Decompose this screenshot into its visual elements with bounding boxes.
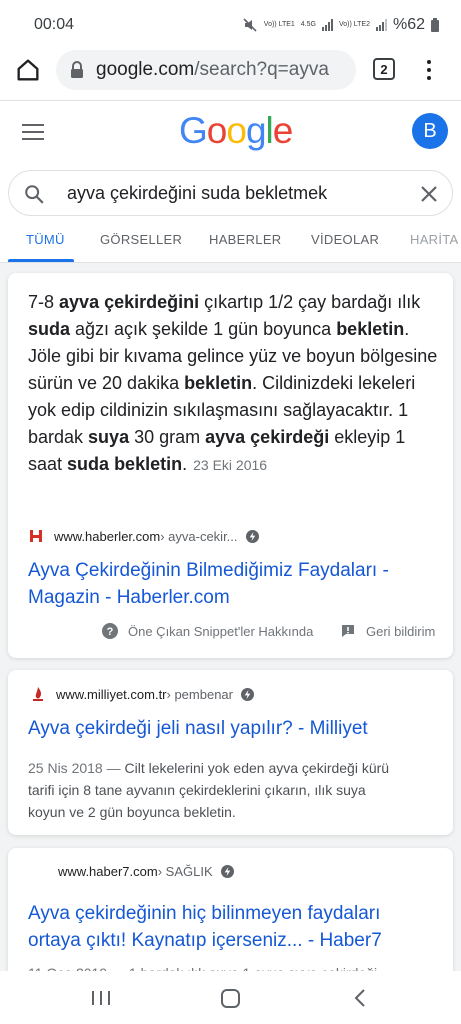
- clear-icon[interactable]: [419, 184, 439, 204]
- snippet-bold-part: suda: [28, 319, 71, 339]
- amp-bolt-icon: [220, 865, 234, 878]
- snippet-text-part: 30 gram: [129, 427, 206, 447]
- back-icon[interactable]: [352, 989, 368, 1007]
- tab-videos[interactable]: VİDEOLAR: [311, 232, 379, 247]
- result-date: 25 Nis 2018 —: [28, 760, 121, 776]
- tab-switcher-button[interactable]: 2: [373, 58, 395, 80]
- milliyet-favicon-icon: [33, 687, 43, 701]
- result-description-partial: 11 Oca 2019 — 1 bardak ılık suya 1 avuç …: [28, 962, 448, 971]
- about-snippets-link[interactable]: ? Öne Çıkan Snippet'ler Hakkında: [102, 623, 313, 639]
- result-desc-line: Cilt lekelerini yok eden ayva çekirdeği …: [120, 760, 390, 776]
- result-title-link[interactable]: Ayva çekirdeğinin hiç bilinmeyen faydala…: [28, 900, 443, 954]
- results-area: 7-8 ayva çekirdeğini çıkartıp 1/2 çay ba…: [0, 263, 461, 971]
- tab-news[interactable]: HABERLER: [209, 232, 281, 247]
- account-avatar[interactable]: B: [412, 113, 448, 149]
- sim2-indicator: Vo)) LTE2: [338, 21, 370, 28]
- search-input[interactable]: ayva çekirdeğini suda bekletmek: [67, 183, 327, 204]
- snippet-bold-part: suya: [88, 427, 130, 447]
- tab-images[interactable]: GÖRSELLER: [100, 232, 182, 247]
- about-snippets-label: Öne Çıkan Snippet'ler Hakkında: [128, 623, 314, 639]
- feedback-link[interactable]: Geri bildirim: [340, 623, 435, 639]
- snippet-bold-part: bekletin: [114, 454, 183, 474]
- recent-apps-icon[interactable]: [92, 991, 110, 1005]
- haberler-favicon-icon: [30, 530, 42, 542]
- snippet-text-part: .: [182, 454, 188, 474]
- snippet-breadcrumb: › ayva-cekir...: [160, 528, 238, 544]
- snippet-title-line: Ayva Çekirdeğinin Bilmediğimiz Faydaları…: [28, 560, 389, 581]
- svg-text:?: ?: [107, 626, 114, 638]
- status-time: 00:04: [34, 16, 75, 33]
- result-title-line: ortaya çıktı! Kaynatıp içerseniz... - Ha…: [28, 930, 382, 951]
- signal-strength-1-icon: [321, 19, 333, 31]
- snippet-text-part: ağzı açık şekilde 1 gün boyunca: [70, 319, 337, 339]
- toolbar-divider: [0, 100, 461, 101]
- home-icon[interactable]: [14, 56, 42, 84]
- search-tabs: TÜMÜ GÖRSELLER HABERLER VİDEOLAR HARİTA: [0, 222, 461, 262]
- snippet-bold-part: ayva çekirdeği: [205, 427, 330, 447]
- snippet-result-link[interactable]: Ayva Çekirdeğinin Bilmediğimiz Faydaları…: [28, 557, 438, 611]
- snippet-text-part: çıkartıp 1/2 çay bardağı ılık: [199, 292, 421, 312]
- featured-snippet-card: 7-8 ayva çekirdeğini çıkartıp 1/2 çay ba…: [8, 273, 453, 658]
- snippet-bold-part: bekletin: [336, 319, 405, 339]
- result-description: 25 Nis 2018 — Cilt lekelerini yok eden a…: [28, 757, 443, 823]
- system-navigation-bar: [0, 971, 461, 1024]
- signal-strength-2-icon: [375, 19, 387, 31]
- result-desc-line: tarifi için 8 tane ayvanın çekirdeklerin…: [28, 782, 366, 798]
- snippet-title-line: Magazin - Haberler.com: [28, 587, 230, 608]
- search-box[interactable]: ayva çekirdeğini suda bekletmek: [8, 170, 453, 216]
- status-bar: 00:04 Vo)) LTE1 4.5G Vo)) LTE2 %62: [0, 0, 461, 50]
- result-breadcrumb: › SAĞLIK: [157, 864, 213, 879]
- snippet-source-row[interactable]: www.haberler.com › ayva-cekir...: [28, 528, 259, 544]
- amp-bolt-icon: [241, 687, 254, 701]
- overflow-menu-icon[interactable]: [424, 56, 434, 84]
- battery-icon: [431, 18, 439, 32]
- featured-snippet-text: 7-8 ayva çekirdeğini çıkartıp 1/2 çay ba…: [28, 289, 438, 479]
- result-breadcrumb: › pembenar: [166, 686, 233, 702]
- result-site: www.haber7.com: [58, 864, 158, 879]
- tab-maps[interactable]: HARİTA: [410, 232, 459, 247]
- snippet-bold-part: ayva çekirdeğini: [59, 292, 200, 312]
- snippet-bold-part: suda: [67, 454, 110, 474]
- network-type: 4.5G: [300, 21, 316, 28]
- amp-bolt-icon: [245, 529, 259, 543]
- browser-toolbar: google.com/search?q=ayva 2: [0, 50, 461, 102]
- snippet-site: www.haberler.com: [54, 528, 161, 544]
- google-logo[interactable]: Google: [179, 110, 293, 152]
- url-path: /search?q=ayva: [194, 59, 329, 80]
- result-source-row[interactable]: www.milliyet.com.tr › pembenar: [30, 686, 254, 702]
- tab-all[interactable]: TÜMÜ: [26, 232, 65, 247]
- snippet-text-part: 7-8: [28, 292, 60, 312]
- sim1-indicator: Vo)) LTE1: [263, 21, 295, 28]
- search-icon[interactable]: [23, 183, 45, 205]
- mute-icon: [243, 18, 257, 32]
- feedback-label: Geri bildirim: [366, 623, 436, 639]
- hamburger-menu-icon[interactable]: [22, 124, 44, 140]
- snippet-date: 23 Eki 2016: [193, 457, 268, 473]
- result-site: www.milliyet.com.tr: [56, 686, 167, 702]
- address-bar[interactable]: google.com/search?q=ayva: [56, 50, 356, 90]
- home-button-icon[interactable]: [221, 989, 240, 1008]
- snippet-bold-part: bekletin: [184, 373, 253, 393]
- result-title-link[interactable]: Ayva çekirdeği jeli nasıl yapılır? - Mil…: [28, 715, 438, 742]
- lock-icon: [71, 61, 83, 78]
- url-text: google.com/search?q=ayva: [96, 59, 348, 81]
- url-host: google.com: [96, 59, 195, 80]
- search-result-card: www.milliyet.com.tr › pembenar Ayva çeki…: [8, 670, 453, 835]
- status-icons: Vo)) LTE1 4.5G Vo)) LTE2 %62: [242, 16, 439, 34]
- search-result-card: www.haber7.com › SAĞLIK Ayva çekirdeğini…: [8, 848, 453, 971]
- help-icon: ?: [102, 623, 118, 639]
- feedback-icon: [342, 625, 354, 637]
- result-desc-line: koyun ve 2 gün boyunca bekletin.: [28, 804, 236, 820]
- result-source-row[interactable]: www.haber7.com › SAĞLIK: [58, 864, 234, 879]
- battery-percent: %62: [392, 16, 425, 33]
- result-title-line: Ayva çekirdeğinin hiç bilinmeyen faydala…: [28, 903, 381, 924]
